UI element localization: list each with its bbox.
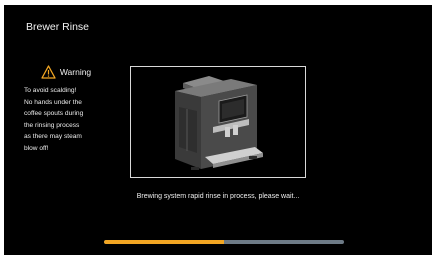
progress-bar-fill [104, 240, 224, 244]
status-message: Brewing system rapid rinse in process, p… [136, 193, 300, 200]
progress-bar [104, 240, 344, 244]
warning-line: To avoid scalding! [24, 87, 77, 94]
warning-line: coffee spouts during [24, 110, 84, 118]
warning-line: as there may steam [24, 133, 82, 141]
warning-text: To avoid scalding! No hands under the co… [18, 85, 114, 155]
machine-illustration-frame [130, 66, 306, 178]
warning-line: blow off! [24, 144, 49, 152]
warning-label: Warning [59, 67, 92, 77]
warning-panel: Warning To avoid scalding! No hands unde… [18, 65, 114, 155]
warning-line: No hands under the [24, 98, 82, 106]
page-title: Brewer Rinse [26, 21, 90, 33]
warning-triangle-icon [41, 65, 56, 79]
coffee-machine-icon [175, 76, 263, 170]
warning-header: Warning [18, 65, 114, 79]
rinse-screen: Brewer Rinse Warning To avoid scalding! … [4, 5, 432, 255]
warning-line: the rinsing process [24, 121, 80, 129]
